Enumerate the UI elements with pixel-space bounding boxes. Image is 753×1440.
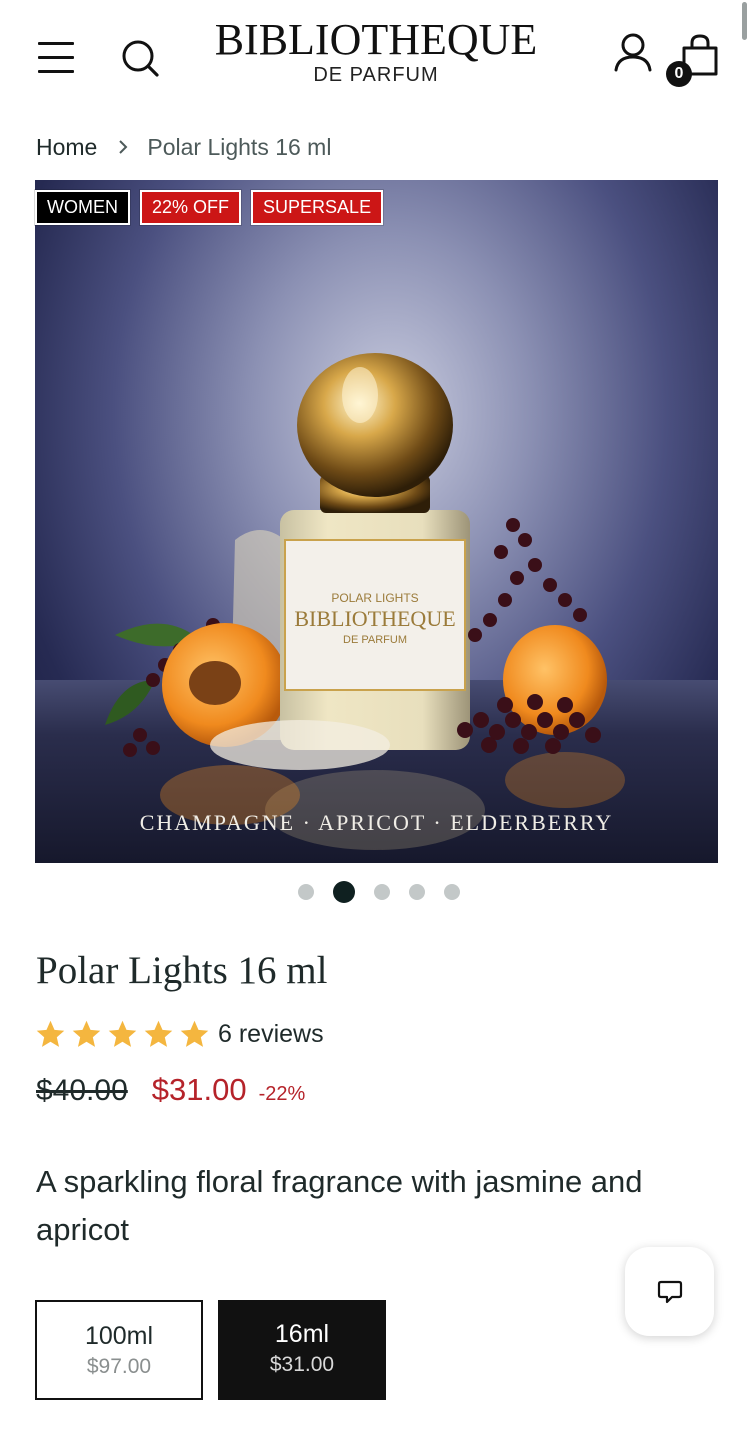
svg-text:POLAR LIGHTS: POLAR LIGHTS [331,591,418,605]
breadcrumb: Home Polar Lights 16 ml [36,132,331,162]
variant-size: 100ml [84,1322,154,1350]
variant-size: 16ml [274,1320,330,1348]
product-rating[interactable]: 6 reviews [34,1016,324,1052]
star-icon [72,1020,101,1047]
product-prices: $40.00 $31.00 -22% [36,1072,305,1108]
reviews-count[interactable]: 6 reviews [218,1020,324,1049]
logo-main-text: BIBLIOTHEQUE [214,15,538,64]
star-icon [180,1020,209,1047]
carousel-dot-active[interactable] [333,881,355,903]
breadcrumb-home-link[interactable]: Home [36,134,97,161]
variant-price: $31.00 [269,1353,335,1376]
chat-bubble-icon [657,1280,683,1304]
badge-women: WOMEN [34,189,131,226]
product-image[interactable]: POLAR LIGHTS BIBLIOTHEQUE DE PARFUM CHAM… [35,180,718,863]
sale-price: $31.00 [151,1072,247,1107]
breadcrumb-current: Polar Lights 16 ml [147,133,332,160]
product-title: Polar Lights 16 ml [36,949,328,992]
site-header: BIBLIOTHEQUE DE PARFUM 0 [0,0,753,110]
carousel-dot[interactable] [298,884,314,900]
variant-price: $97.00 [86,1355,152,1378]
star-icon [144,1020,173,1047]
cart-count-badge: 0 [666,61,692,87]
menu-icon[interactable] [36,40,76,76]
variant-option-16ml[interactable]: 16ml $31.00 [218,1300,386,1400]
carousel-dot[interactable] [374,884,390,900]
carousel-dots [298,881,460,903]
search-icon[interactable] [118,36,162,80]
image-caption: CHAMPAGNE · APRICOT · ELDERBERRY [139,810,614,835]
star-icon [36,1020,65,1047]
svg-text:BIBLIOTHEQUE: BIBLIOTHEQUE [294,606,455,631]
carousel-dot[interactable] [409,884,425,900]
product-badges: WOMEN 22% OFF SUPERSALE [34,189,385,226]
original-price: $40.00 [36,1074,128,1107]
product-description: A sparkling floral fragrance with jasmin… [36,1164,643,1247]
chat-button[interactable] [625,1247,714,1336]
star-icon [108,1020,137,1047]
discount-percent: -22% [258,1083,306,1105]
account-icon[interactable] [612,32,654,74]
chevron-right-icon [119,140,128,154]
badge-supersale: SUPERSALE [250,189,385,226]
svg-text:DE PARFUM: DE PARFUM [343,634,407,646]
logo-sub-text: DE PARFUM [313,64,439,86]
carousel-dot[interactable] [444,884,460,900]
product-photo-illustration: POLAR LIGHTS BIBLIOTHEQUE DE PARFUM [105,353,625,850]
badge-discount: 22% OFF [138,189,243,226]
variant-option-100ml[interactable]: 100ml $97.00 [35,1300,203,1400]
scrollbar[interactable] [742,2,747,40]
brand-logo[interactable]: BIBLIOTHEQUE DE PARFUM [200,14,552,86]
